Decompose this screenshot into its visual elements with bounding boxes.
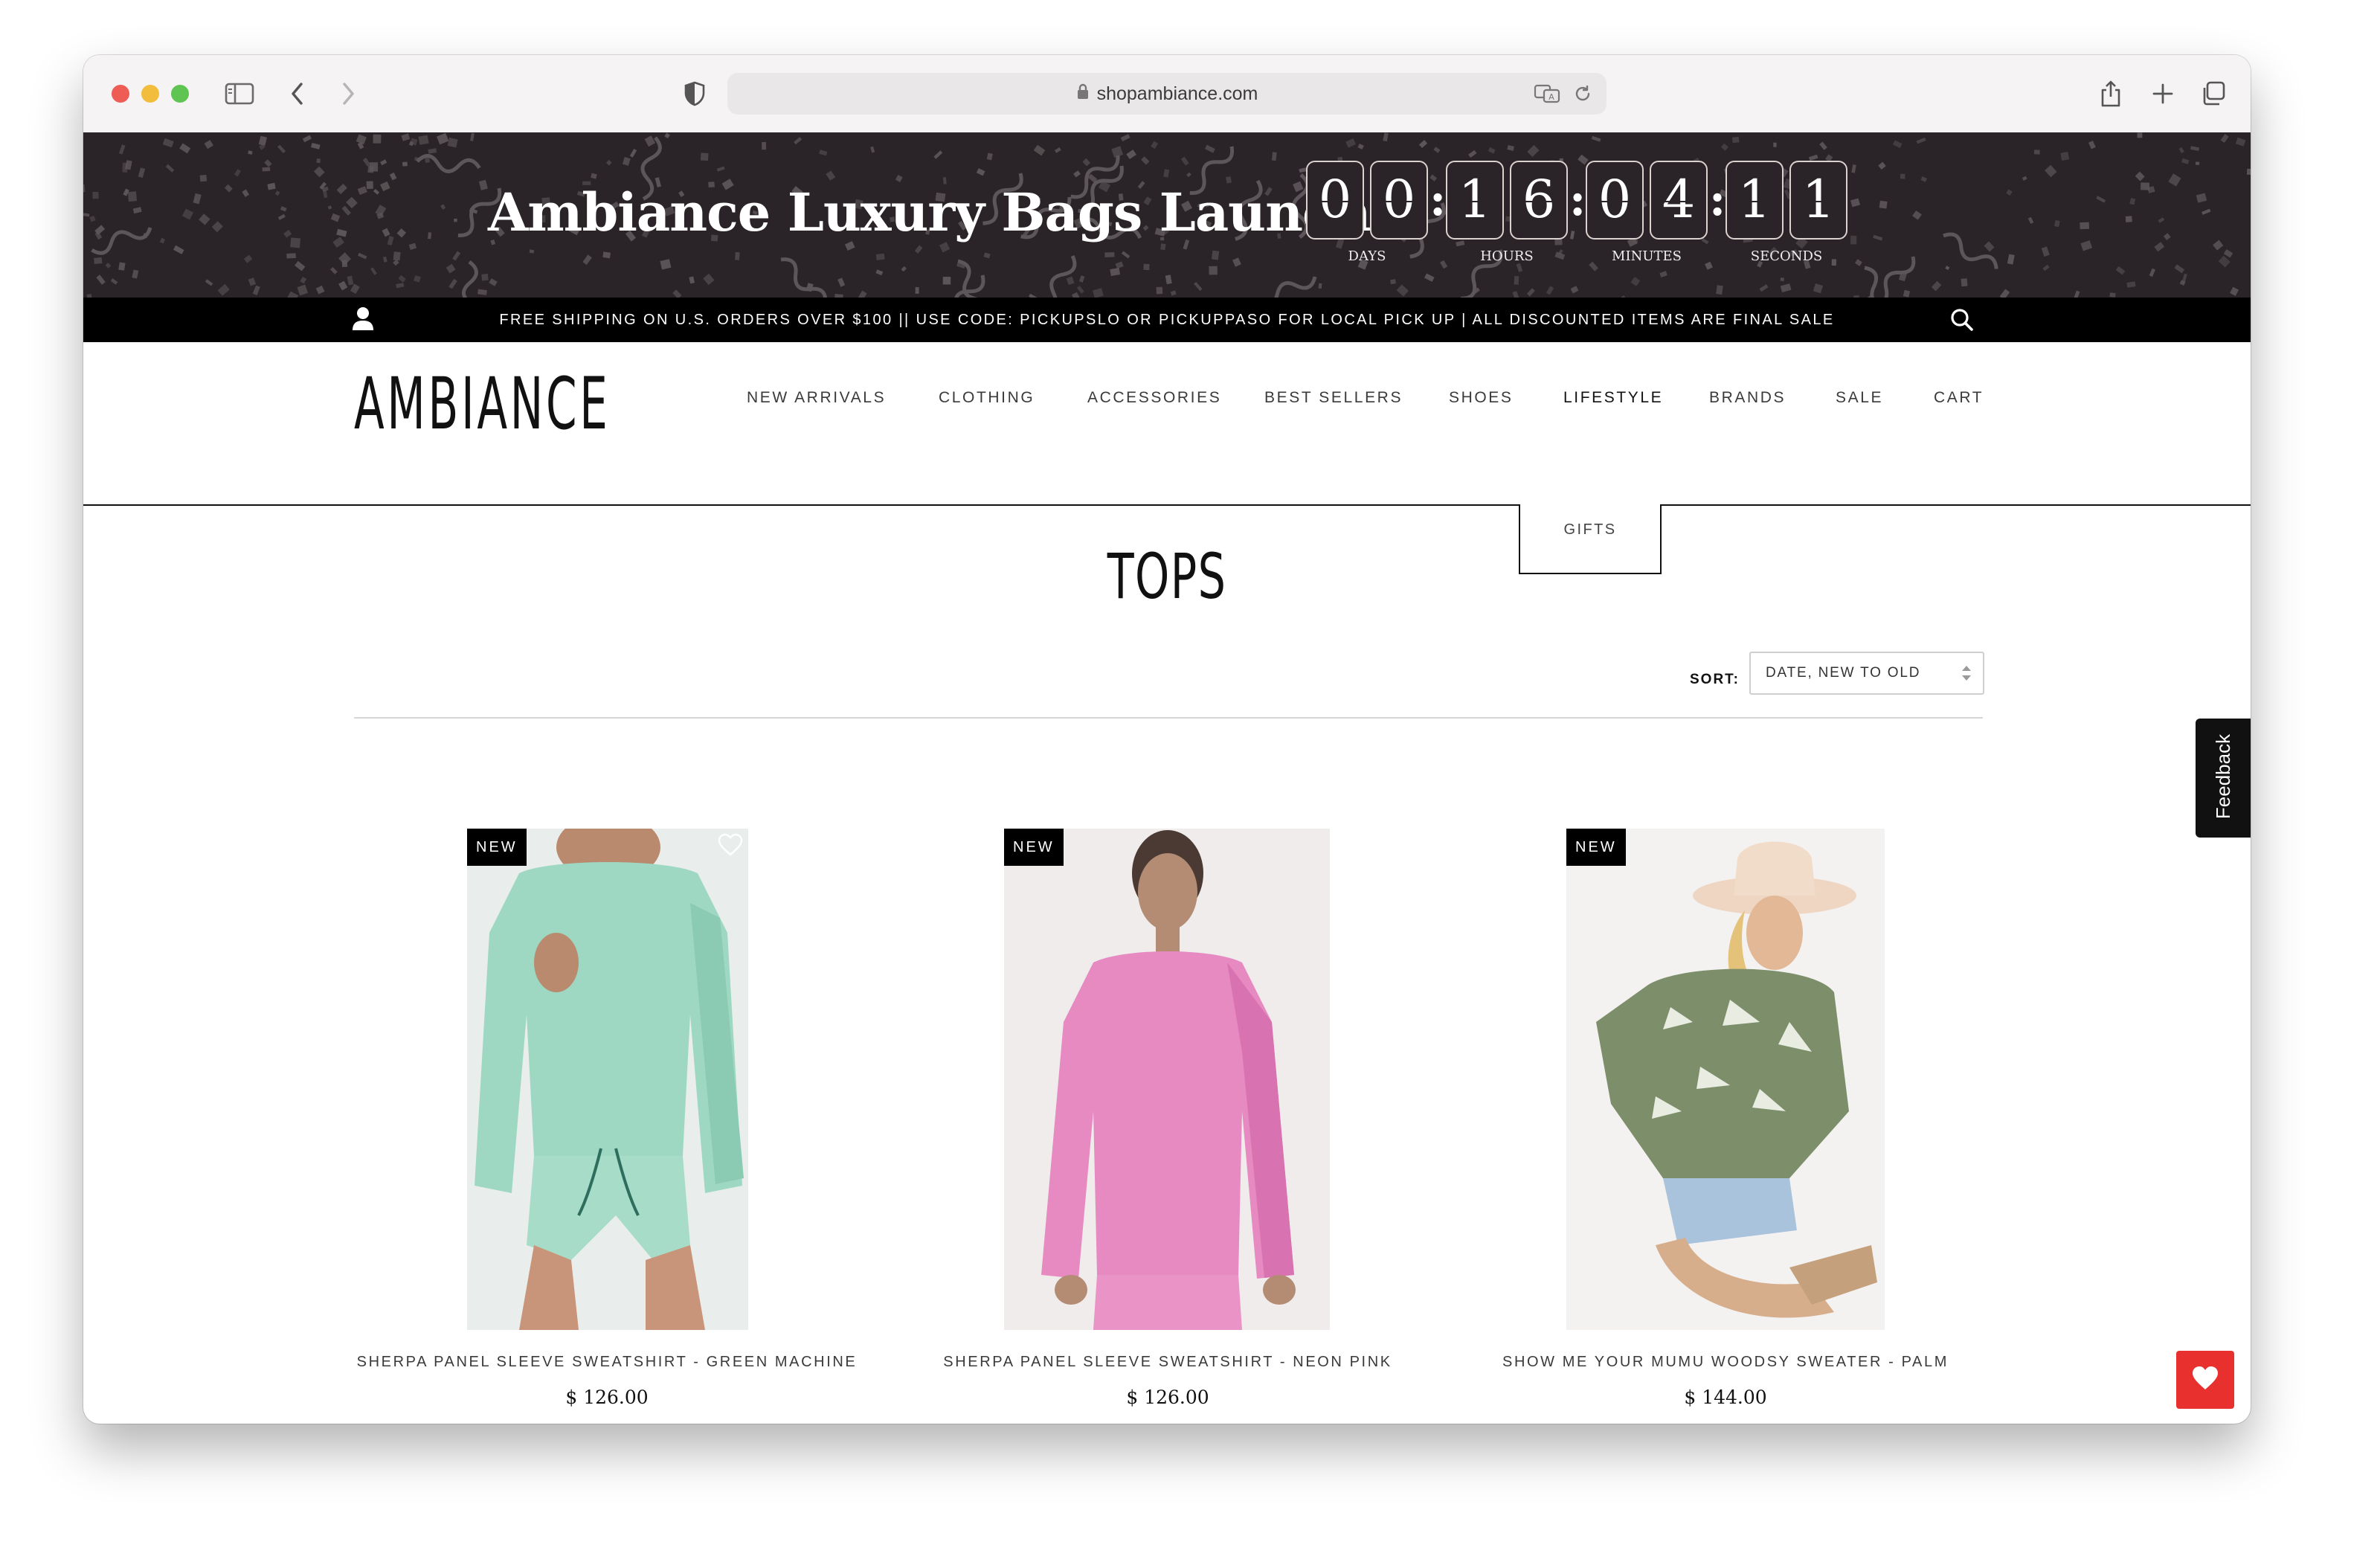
announcement-bar: FREE SHIPPING ON U.S. ORDERS OVER $100 |…: [83, 298, 2251, 342]
nav-item-lifestyle[interactable]: LIFESTYLE: [1563, 383, 1663, 413]
product-price: $ 126.00: [565, 1386, 649, 1408]
timer-digit: 0: [1306, 161, 1364, 240]
reload-icon[interactable]: [1572, 83, 1593, 108]
feedback-label: Feedback: [2212, 733, 2234, 820]
tab-overview-icon[interactable]: [2194, 74, 2233, 113]
nav-item-new-arrivals[interactable]: NEW ARRIVALS: [747, 383, 886, 413]
timer-label: HOURS: [1480, 248, 1534, 264]
nav-item-sale[interactable]: SALE: [1836, 383, 1883, 413]
timer-label: SECONDS: [1750, 248, 1823, 264]
product-image[interactable]: NEW: [467, 829, 748, 1330]
nav-item-best-sellers[interactable]: BEST SELLERS: [1264, 383, 1403, 413]
address-bar[interactable]: shopambiance.com A: [727, 73, 1606, 115]
timer-separator: :: [1569, 174, 1586, 226]
announcement-text: FREE SHIPPING ON U.S. ORDERS OVER $100 |…: [499, 312, 1835, 328]
feedback-tab[interactable]: Feedback: [2196, 719, 2251, 838]
product-price: $ 126.00: [1126, 1386, 1209, 1408]
timer-digit: 0: [1370, 161, 1428, 240]
collection-divider: [354, 717, 1983, 719]
timer-digit: 0: [1586, 161, 1644, 240]
product-name[interactable]: SHERPA PANEL SLEEVE SWEATSHIRT - NEON PI…: [943, 1354, 1392, 1371]
nav-item-shoes[interactable]: SHOES: [1449, 383, 1514, 413]
product-name[interactable]: SHERPA PANEL SLEEVE SWEATSHIRT - GREEN M…: [357, 1354, 858, 1371]
sidebar-toggle-icon[interactable]: [220, 74, 259, 113]
countdown-timer: 0 0 DAYS 1 6 HOURS:0 4 MINUTES:1 1 SECONDS:: [1306, 161, 1856, 287]
promo-title: Ambiance Luxury Bags Launch: [488, 181, 1371, 243]
privacy-shield-icon[interactable]: [675, 74, 714, 113]
page-title: TOPS: [1107, 540, 1227, 613]
zoom-window-button[interactable]: [171, 85, 189, 103]
nav-divider: [83, 504, 2251, 506]
product-image[interactable]: NEW: [1566, 829, 1885, 1330]
timer-digit: 6: [1510, 161, 1568, 240]
minimize-window-button[interactable]: [141, 85, 159, 103]
nav-item-cart[interactable]: CART: [1934, 383, 1984, 413]
sort-select[interactable]: DATE, NEW TO OLD: [1749, 652, 1984, 695]
product-image[interactable]: NEW: [1004, 829, 1330, 1330]
browser-window: shopambiance.com A Ambiance Luxury Bags …: [83, 55, 2251, 1424]
select-arrows-icon: [1961, 663, 1972, 683]
share-icon[interactable]: [2091, 74, 2130, 113]
site-header: AMBIANCE NEW ARRIVALS CLOTHING ACCESSORI…: [83, 342, 2251, 574]
favorite-icon[interactable]: [717, 833, 744, 861]
url-text: shopambiance.com: [1096, 83, 1258, 104]
timer-separator: :: [1429, 174, 1447, 226]
heart-icon: [2190, 1365, 2220, 1395]
timer-digit: 4: [1650, 161, 1708, 240]
new-badge: NEW: [1566, 829, 1626, 866]
timer-separator: :: [1709, 174, 1726, 226]
new-badge: NEW: [467, 829, 527, 866]
new-badge: NEW: [1004, 829, 1064, 866]
nav-item-brands[interactable]: BRANDS: [1709, 383, 1786, 413]
wishlist-button[interactable]: [2176, 1351, 2234, 1409]
nav-item-accessories[interactable]: ACCESSORIES: [1087, 383, 1221, 413]
browser-toolbar: shopambiance.com A: [83, 55, 2251, 133]
sort-label: SORT:: [1690, 672, 1740, 687]
new-tab-icon[interactable]: [2143, 74, 2182, 113]
dropdown-item-gifts[interactable]: GIFTS: [1520, 516, 1660, 543]
nav-item-clothing[interactable]: CLOTHING: [939, 383, 1035, 413]
timer-digit: 1: [1726, 161, 1784, 240]
back-icon[interactable]: [278, 74, 317, 113]
timer-digit: 1: [1446, 161, 1504, 240]
sort-value: DATE, NEW TO OLD: [1766, 665, 1921, 681]
timer-digit: 1: [1789, 161, 1847, 240]
timer-label: DAYS: [1348, 248, 1386, 264]
product-name[interactable]: SHOW ME YOUR MUMU WOODSY SWEATER - PALM: [1502, 1354, 1949, 1371]
forward-icon[interactable]: [329, 74, 367, 113]
svg-text:A: A: [1548, 92, 1554, 102]
timer-label: MINUTES: [1612, 248, 1682, 264]
promo-banner[interactable]: Ambiance Luxury Bags Launch 0 0 DAYS 1 6 HOUR…: [83, 132, 2251, 298]
lock-icon: [1076, 74, 1090, 115]
main-nav: NEW ARRIVALS CLOTHING ACCESSORIES BEST S…: [83, 383, 2251, 413]
translate-icon[interactable]: A: [1534, 83, 1560, 108]
close-window-button[interactable]: [112, 85, 129, 103]
search-icon[interactable]: [1949, 306, 1975, 337]
product-price: $ 144.00: [1684, 1386, 1767, 1408]
